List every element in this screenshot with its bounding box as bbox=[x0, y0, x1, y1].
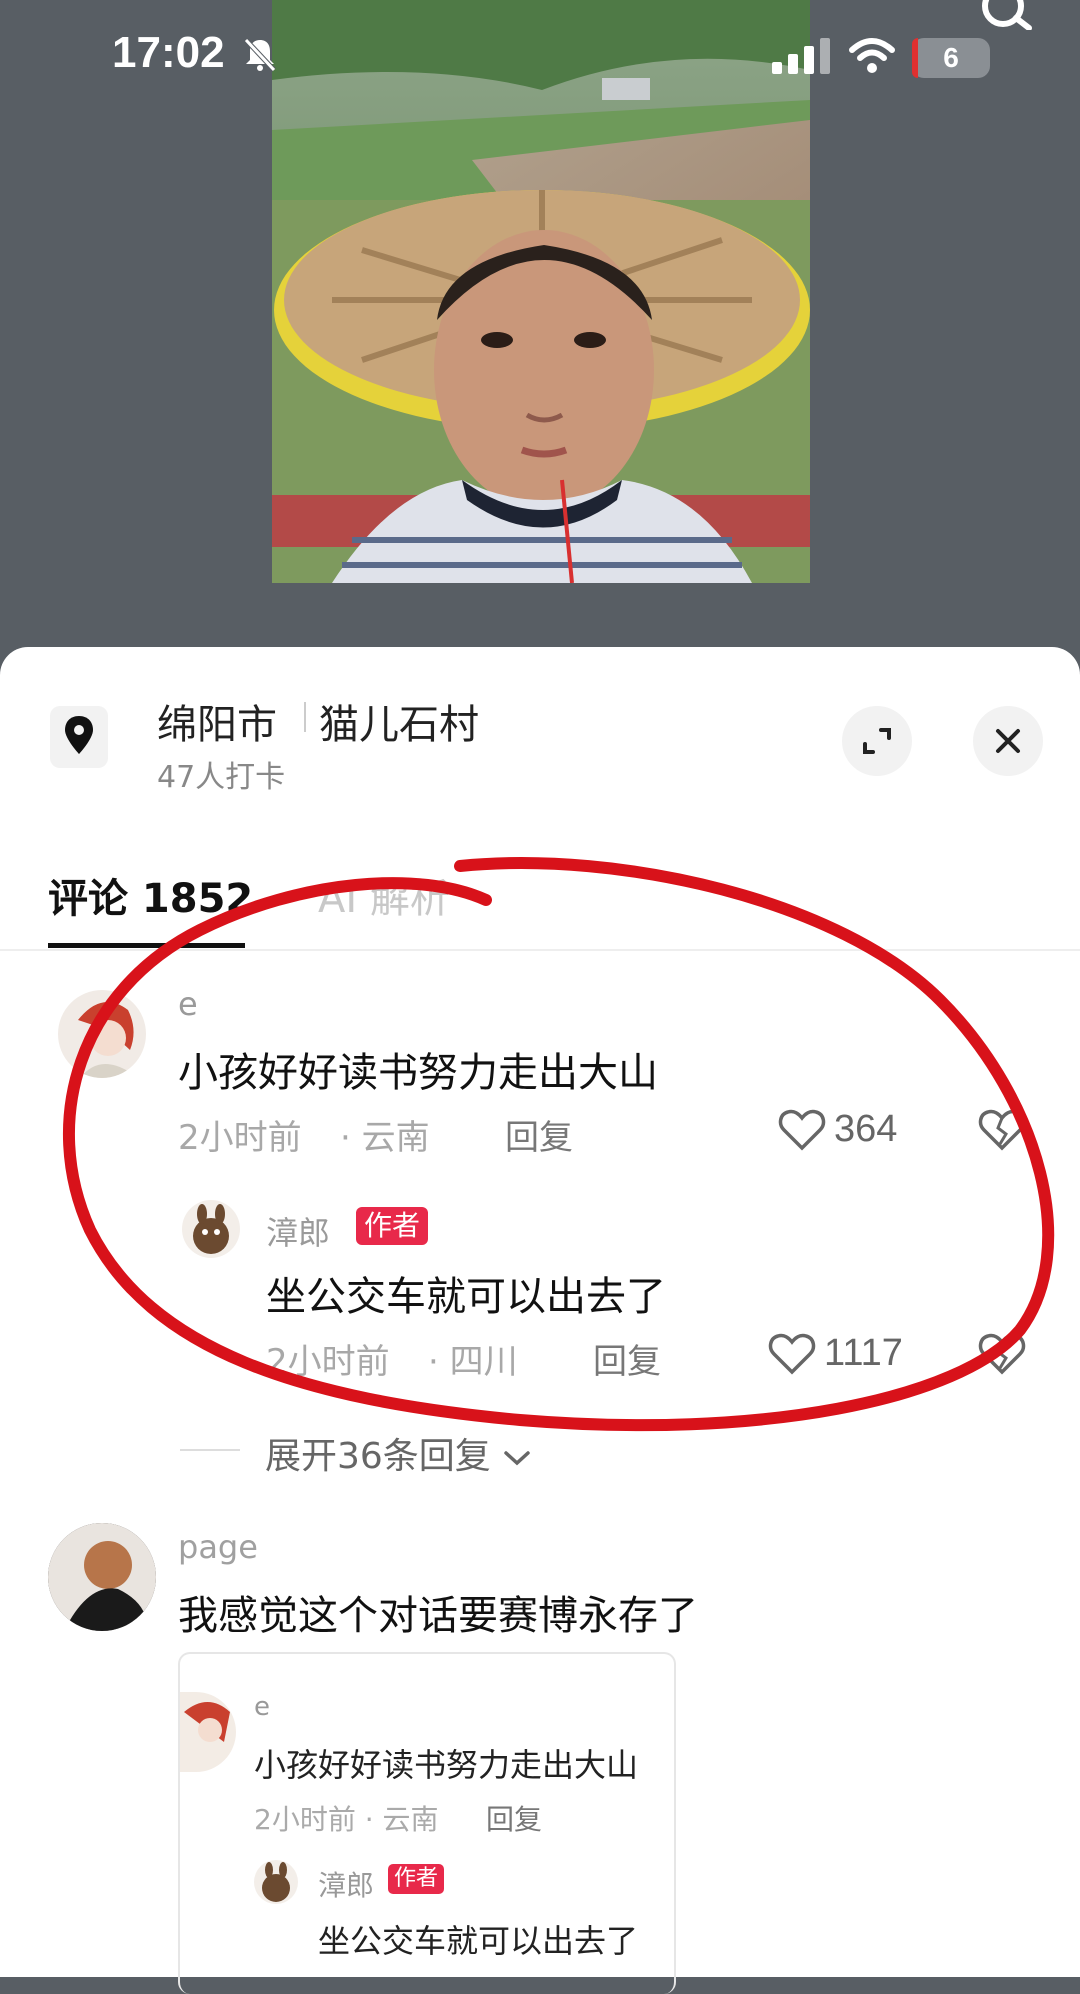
user-avatar-image bbox=[48, 1523, 156, 1631]
author-avatar-image bbox=[262, 1862, 290, 1902]
quoted-comment-card[interactable]: e 小孩好好读书努力走出大山 2小时前 · 云南 回复 漳郎 作者 坐公交车就可… bbox=[178, 1652, 676, 1994]
tab-ai-analysis[interactable]: AI 解析 bbox=[318, 866, 450, 924]
avatar[interactable] bbox=[182, 1200, 240, 1258]
expand-button[interactable] bbox=[842, 706, 912, 776]
chevron-down-icon bbox=[504, 1451, 531, 1466]
comment-username[interactable]: e bbox=[178, 985, 198, 1023]
comment-text: 小孩好好读书努力走出大山 bbox=[178, 1050, 658, 1096]
quoted-text: 小孩好好读书努力走出大山 bbox=[254, 1746, 639, 1784]
dislike-broken-heart-icon[interactable] bbox=[978, 1332, 1026, 1376]
reply-button[interactable]: 回复 bbox=[505, 1110, 573, 1159]
author-badge: 作者 bbox=[388, 1864, 445, 1894]
like-count: 364 bbox=[834, 1108, 898, 1150]
location-city[interactable]: 绵阳市 bbox=[157, 692, 277, 750]
avatar bbox=[254, 1860, 298, 1904]
like-count: 1117 bbox=[824, 1332, 903, 1374]
quoted-reply-username: 漳郎 bbox=[318, 1869, 375, 1902]
reply-region: · 四川 bbox=[428, 1342, 518, 1382]
quoted-reply-label: 回复 bbox=[486, 1803, 543, 1836]
reply-text: 坐公交车就可以出去了 bbox=[266, 1274, 666, 1320]
battery-indicator: 6 bbox=[912, 38, 990, 78]
avatar[interactable] bbox=[48, 1523, 156, 1631]
author-avatar-image bbox=[193, 1204, 229, 1254]
location-village[interactable]: 猫儿石村 bbox=[319, 692, 479, 750]
like-heart-icon[interactable] bbox=[768, 1332, 816, 1376]
search-icon[interactable] bbox=[975, 0, 1035, 30]
close-button[interactable] bbox=[973, 706, 1043, 776]
expand-replies-link[interactable]: 展开36条回复 bbox=[265, 1427, 532, 1479]
status-time: 17:02 bbox=[112, 28, 225, 77]
comment-time: 2小时前 bbox=[178, 1118, 302, 1158]
tabs-divider bbox=[0, 949, 1080, 951]
comment-region: · 云南 bbox=[340, 1118, 430, 1158]
reply-button[interactable]: 回复 bbox=[593, 1334, 661, 1383]
expand-divider bbox=[180, 1449, 240, 1451]
tab-comments[interactable]: 评论 1852 bbox=[48, 866, 253, 924]
author-badge: 作者 bbox=[356, 1207, 429, 1245]
comment-text: 我感觉这个对话要赛博永存了 bbox=[178, 1593, 698, 1639]
anime-avatar-image bbox=[78, 1002, 138, 1078]
avatar bbox=[180, 1692, 236, 1772]
quoted-meta: 2小时前 · 云南 bbox=[254, 1803, 439, 1836]
status-bar: 17:02 6 bbox=[0, 0, 1080, 120]
like-heart-icon[interactable] bbox=[778, 1108, 826, 1152]
mute-bell-icon bbox=[244, 38, 276, 72]
comment-username[interactable]: page bbox=[178, 1528, 258, 1566]
wifi-icon bbox=[849, 38, 895, 73]
close-icon bbox=[996, 729, 1020, 753]
quoted-username: e bbox=[254, 1692, 270, 1722]
quoted-reply-text: 坐公交车就可以出去了 bbox=[318, 1922, 639, 1960]
expand-replies-label: 展开36条回复 bbox=[265, 1436, 491, 1477]
dislike-broken-heart-icon[interactable] bbox=[978, 1108, 1026, 1152]
reply-time: 2小时前 bbox=[266, 1342, 390, 1382]
checkin-count: 47人打卡 bbox=[157, 760, 286, 795]
cellular-signal-icon bbox=[772, 38, 830, 74]
location-pin-badge[interactable] bbox=[50, 706, 108, 768]
avatar[interactable] bbox=[58, 990, 146, 1078]
anime-avatar-image bbox=[184, 1702, 230, 1742]
expand-icon bbox=[863, 728, 891, 754]
location-divider bbox=[304, 702, 306, 732]
location-pin-icon bbox=[65, 716, 93, 754]
reply-username[interactable]: 漳郎 bbox=[266, 1208, 330, 1254]
tab-active-indicator bbox=[48, 943, 245, 948]
